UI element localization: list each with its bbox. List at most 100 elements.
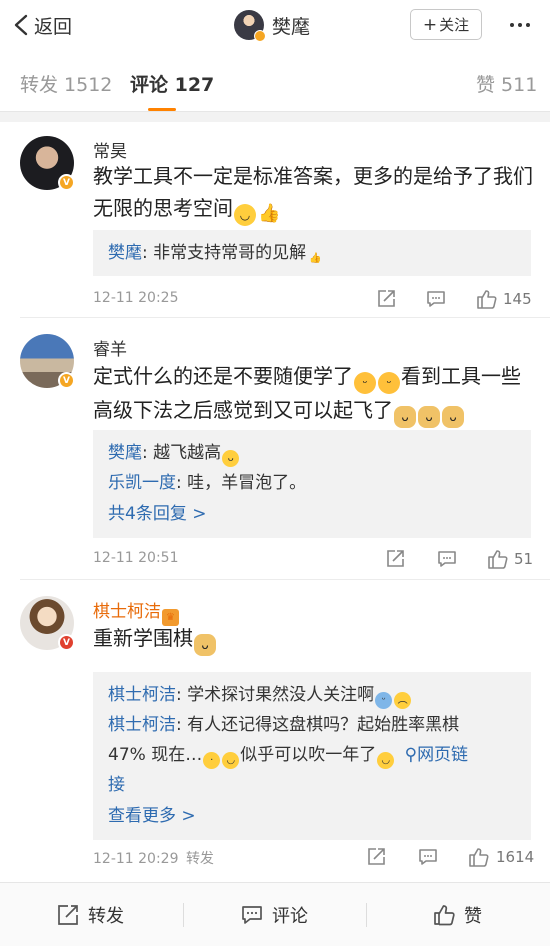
reply-author[interactable]: 樊麾 [108, 443, 142, 463]
comment-text-line: 高级下法之后感觉到又可以起飞了 [93, 398, 393, 422]
like-button[interactable]: 赞 [432, 883, 482, 946]
verified-badge-icon: V [58, 174, 75, 191]
grin-emoji-icon: ᴗ [222, 450, 240, 467]
repost-icon[interactable] [365, 846, 387, 868]
comment-text-line: 无限的思考空间 [93, 196, 233, 220]
reply-box: 樊麾: 越飞越高 ᴗ 乐凯一度: 哇，羊冒泡了。 共4条回复 > [93, 430, 531, 538]
repost-link[interactable]: 转发 [186, 851, 214, 867]
view-more-link[interactable]: 查看更多 > [108, 800, 516, 832]
thumbs-up-emoji-icon: 👍 [258, 203, 281, 224]
doge-emoji-icon: ᴗ [442, 406, 464, 428]
reply-item[interactable]: 乐凯一度: 哇，羊冒泡了。 [108, 468, 516, 498]
view-all-replies-link[interactable]: 共4条回复 > [108, 498, 516, 530]
comment-meta: 12-11 20:29 转发 1614 [93, 844, 535, 872]
tab-likes[interactable]: 赞 511 [476, 70, 537, 97]
repost-label: 转发 [88, 906, 124, 927]
doge-emoji-icon: ᴗ [394, 406, 416, 428]
sad-emoji-icon: ︵ [394, 692, 412, 709]
chevron-left-icon [14, 14, 28, 36]
like-icon[interactable] [467, 846, 489, 868]
reply-text: 学术探讨果然没人关注啊 [187, 685, 375, 705]
nav-user[interactable]: 樊麾 [234, 8, 310, 42]
tab-comments[interactable]: 评论 127 [130, 70, 214, 97]
comment-item: V 棋士柯洁 ♛ 重新学围棋 ᴗ 棋士柯洁: 学术探讨果然没人关注啊 ᵕ ︵ 棋士柯洁:… [0, 580, 550, 880]
comment-author[interactable]: 常昊 [93, 137, 127, 162]
like-icon[interactable] [475, 288, 497, 310]
tab-bar: 转发 1512 评论 127 赞 511 [0, 56, 550, 112]
like-count: 145 [503, 290, 532, 308]
comment-item: V 常昊 教学工具不一定是标准答案，更多的是给予了我们 无限的思考空间 ◡ 👍 樊麾… [0, 122, 550, 318]
verified-badge-icon: V [58, 372, 75, 389]
like-icon[interactable] [486, 548, 508, 570]
plus-icon: + [422, 14, 438, 35]
sweat-emoji-icon: ᵕ [375, 692, 393, 709]
comment-icon[interactable] [417, 846, 439, 868]
comment-icon[interactable] [425, 288, 447, 310]
reply-author[interactable]: 樊麾 [108, 243, 142, 263]
avatar[interactable]: V [20, 596, 75, 651]
reply-item[interactable]: 樊麾: 非常支持常哥的见解 👍 [108, 238, 516, 268]
like-count: 1614 [496, 848, 535, 866]
reply-text: 非常支持常哥的见解 [153, 243, 307, 263]
doge-emoji-icon: ᴗ [194, 634, 216, 656]
reply-text: 哇，羊冒泡了。 [187, 473, 307, 493]
comment-text-line: 定式什么的还是不要随便学了 [93, 364, 353, 388]
comment-text-line: 教学工具不一定是标准答案，更多的是给予了我们 [93, 164, 533, 188]
tongue-emoji-icon: ᵕ [354, 372, 376, 394]
comment-time: 12-11 20:25 [93, 290, 179, 306]
nav-user-name: 樊麾 [272, 15, 311, 38]
reply-author[interactable]: 乐凯一度 [108, 473, 176, 493]
tab-repost[interactable]: 转发 1512 [20, 70, 112, 97]
reply-item[interactable]: 樊麾: 越飞越高 ᴗ [108, 438, 516, 468]
avatar[interactable]: V [20, 136, 75, 191]
reply-text: 越飞越高 [153, 443, 222, 463]
top-nav-bar: 返回 樊麾 + 关注 [0, 0, 550, 50]
comment-text-line: 重新学围棋 [93, 626, 193, 650]
comment-text: 重新学围棋 ᴗ [93, 622, 533, 656]
smile-emoji-icon: ◡ [222, 752, 240, 769]
back-label: 返回 [34, 15, 73, 38]
like-label: 赞 [464, 906, 482, 927]
comment-icon[interactable] [436, 548, 458, 570]
comment-label: 评论 [272, 906, 308, 927]
follow-button[interactable]: + 关注 [410, 9, 482, 40]
doge-emoji-icon: ᴗ [418, 406, 440, 428]
comment-text-line: 看到工具一些 [401, 364, 521, 388]
repost-icon[interactable] [384, 548, 406, 570]
comment-text: 教学工具不一定是标准答案，更多的是给予了我们 无限的思考空间 ◡ 👍 [93, 160, 533, 226]
like-icon [434, 905, 455, 926]
reply-text: 有人还记得这盘棋吗？起始胜率黑棋 [187, 715, 460, 735]
reply-author[interactable]: 棋士柯洁 [108, 685, 176, 705]
divider [183, 903, 184, 927]
link-icon: ⚲ [404, 745, 418, 765]
tongue-emoji-icon: ᵕ [378, 372, 400, 394]
reply-box: 棋士柯洁: 学术探讨果然没人关注啊 ᵕ ︵ 棋士柯洁: 有人还记得这盘棋吗？起始胜率… [93, 672, 531, 840]
web-link[interactable]: ⚲网页链 [405, 745, 468, 765]
active-tab-indicator [148, 108, 176, 111]
comment-time: 12-11 20:29 转发 [93, 851, 214, 867]
follow-label: 关注 [439, 16, 470, 34]
reply-item[interactable]: 棋士柯洁: 学术探讨果然没人关注啊 ᵕ ︵ [108, 680, 516, 710]
avatar[interactable]: V [20, 334, 75, 389]
reply-text: 47% 现在… [108, 745, 203, 765]
repost-icon[interactable] [375, 288, 397, 310]
reply-author[interactable]: 棋士柯洁 [108, 715, 176, 735]
bottom-toolbar: 转发 评论 赞 [0, 882, 550, 946]
smile-emoji-icon: ◡ [377, 752, 395, 769]
more-options-button[interactable] [505, 14, 535, 36]
thumbs-up-emoji-icon: 👍 [309, 253, 322, 264]
comment-icon [242, 906, 262, 924]
avatar [234, 10, 266, 42]
comment-meta: 12-11 20:25 145 [93, 286, 533, 314]
shush-emoji-icon: · [203, 752, 221, 769]
repost-button[interactable]: 转发 [56, 883, 124, 946]
like-count: 51 [514, 550, 534, 568]
comment-text: 定式什么的还是不要随便学了 ᵕ ᵕ 看到工具一些 高级下法之后感觉到又可以起飞了 ᴗ ᴗ ᴗ [93, 360, 533, 428]
more-dots-icon [510, 23, 514, 27]
reply-item[interactable]: 棋士柯洁: 有人还记得这盘棋吗？起始胜率黑棋 47% 现在… · ◡ 似乎可以吹一年了… [108, 710, 516, 800]
comment-button[interactable]: 评论 [240, 883, 308, 946]
comment-author[interactable]: 睿羊 [93, 335, 127, 360]
web-link-continuation[interactable]: 接 [108, 775, 125, 795]
back-button[interactable]: 返回 [12, 11, 72, 39]
verified-badge-icon: V [58, 634, 75, 651]
